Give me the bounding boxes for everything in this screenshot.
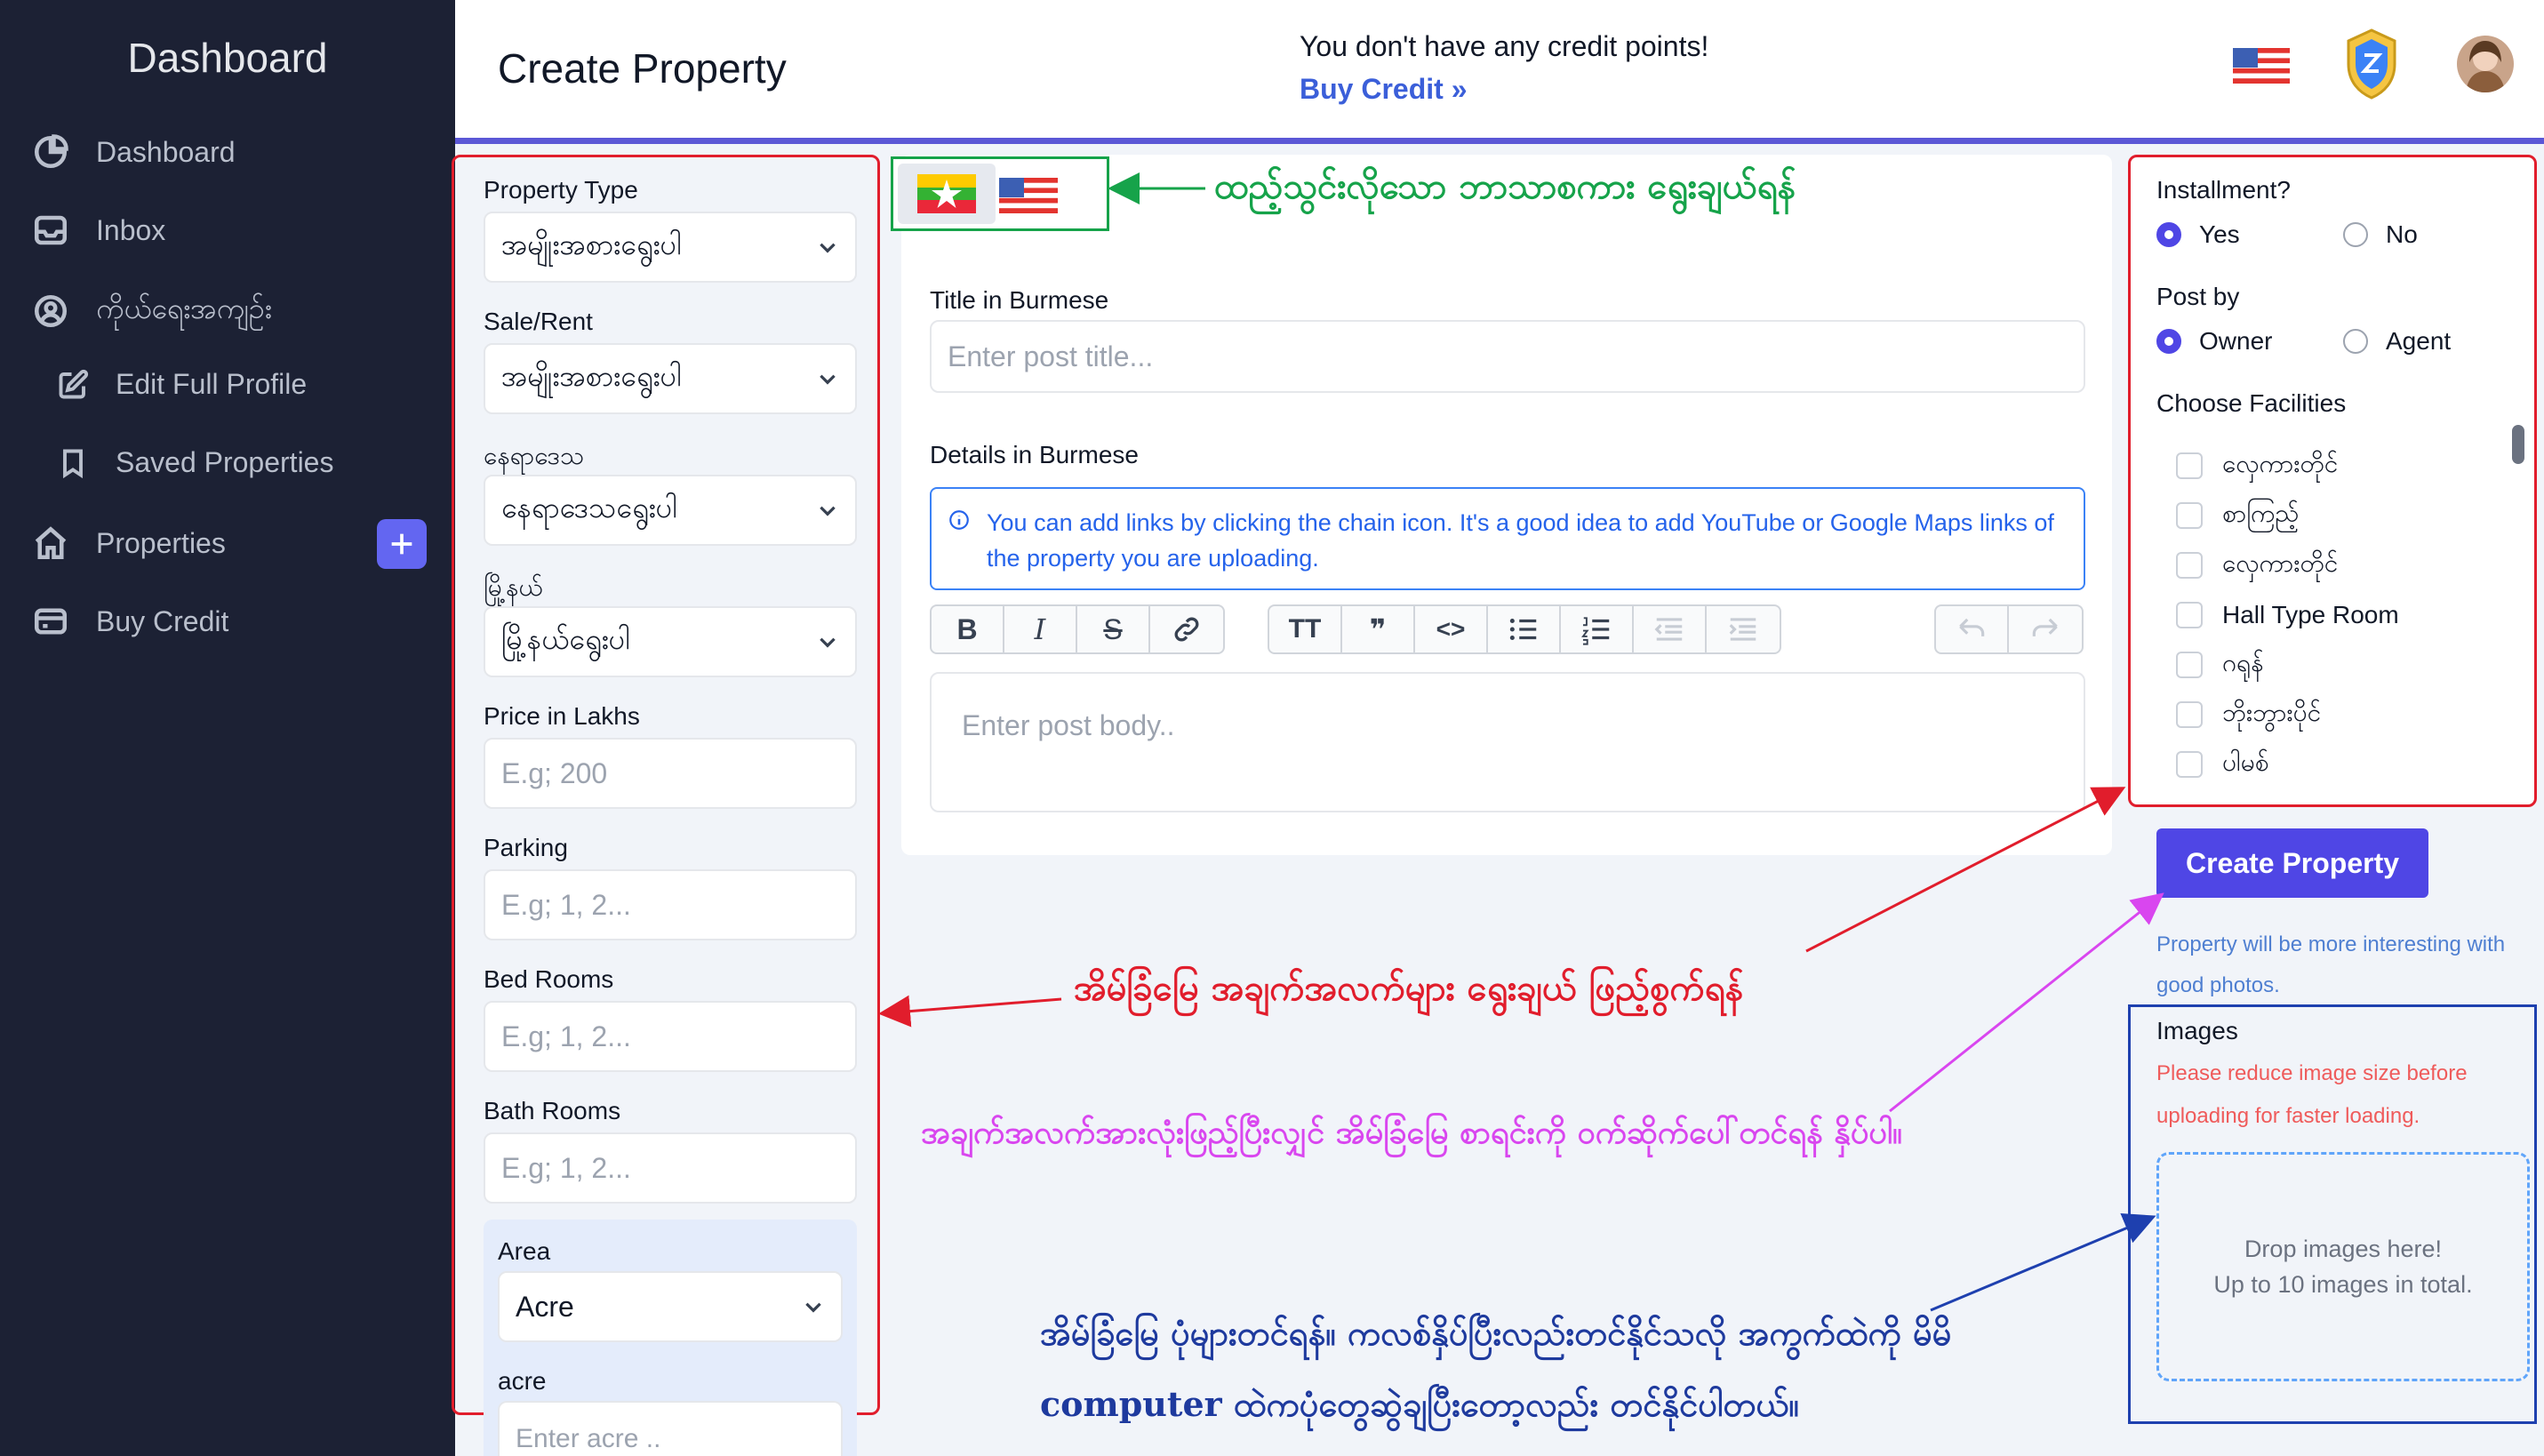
annotation-property-info: အိမ်ခြံမြေ အချက်အလက်များ ရွေးချယ် ဖြည့်စ… — [1074, 967, 1744, 1009]
submit-arrow — [1889, 892, 2164, 1113]
annotation-arrows — [878, 172, 2164, 1312]
property-info-arrow-right — [1805, 787, 2126, 953]
property-info-arrow-left — [878, 995, 1062, 1028]
annotation-language: ထည့်သွင်းလိုသော ဘာသာစကား ရွေးချယ်ရန် — [1214, 165, 1796, 207]
annotation-images-1: အိမ်ခြံမြေ ပုံများတင်ရန်။ ကလစ်နှိပ်ပြီးလ… — [1040, 1313, 1952, 1353]
annotation-submit: အချက်အလက်အားလုံးဖြည့်ပြီးလျှင် အိမ်ခြံမြ… — [921, 1114, 1902, 1151]
annotation-images-2: computer ထဲကပုံတွေဆွဲချပြီးတော့လည်း တင်န… — [1040, 1384, 1799, 1424]
images-arrow — [1930, 1213, 2156, 1312]
